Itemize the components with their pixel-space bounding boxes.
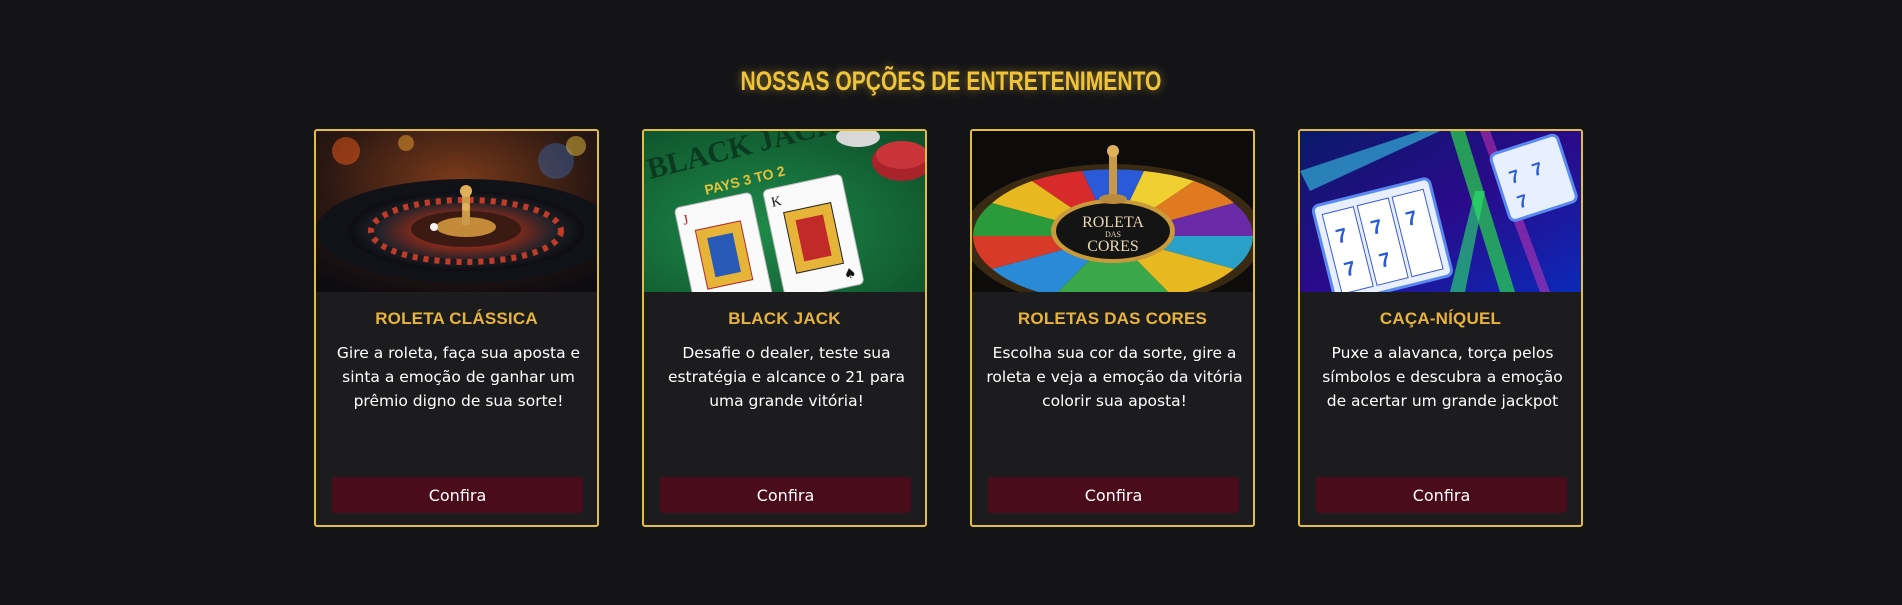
section-title: NOSSAS OPÇÕES DE ENTRETENIMENTO [740,66,1162,96]
card-description: Escolha sua cor da sorte, gire a roleta … [986,344,1243,410]
card-title: CAÇA-NÍQUEL [1379,309,1502,328]
slot-machine-image: 7 7 7 7 7 7 7 7 [1300,131,1581,292]
card-caca-niquel: 7 7 7 7 7 7 7 7 CAÇA-NÍQUEL Puxe a alava… [1298,129,1583,527]
card-description: Puxe a alavanca, torça pelos símbolos e … [1322,344,1563,410]
card-title: BLACK JACK [728,309,841,328]
confira-button[interactable]: Confira [1316,477,1567,513]
card-description: Gire a roleta, faça sua aposta e sinta a… [336,344,581,410]
card-grid: ROLETA CLÁSSICA Gire a roleta, faça sua … [314,129,1583,527]
roulette-wheel-image [316,131,597,292]
card-title: ROLETAS DAS CORES [1017,309,1208,328]
confira-button[interactable]: Confira [660,477,911,513]
wheel-text-1: ROLETA [1082,214,1144,231]
color-wheel-image: ROLETA DAS CORES [972,131,1253,292]
card-roletas-das-cores: ROLETA DAS CORES ROLETAS DAS CORES Escol… [970,129,1255,527]
card-roleta-classica: ROLETA CLÁSSICA Gire a roleta, faça sua … [314,129,599,527]
card-title: ROLETA CLÁSSICA [375,309,538,328]
card-description: Desafie o dealer, teste sua estratégia e… [667,344,906,410]
confira-button[interactable]: Confira [332,477,583,513]
wheel-text-3: CORES [1087,238,1139,255]
blackjack-table-image: BLACK JACK PAYS 3 TO 2 J K ♠ [644,131,925,292]
confira-button[interactable]: Confira [988,477,1239,513]
card-black-jack: BLACK JACK PAYS 3 TO 2 J K ♠ BLACK JACK … [642,129,927,527]
